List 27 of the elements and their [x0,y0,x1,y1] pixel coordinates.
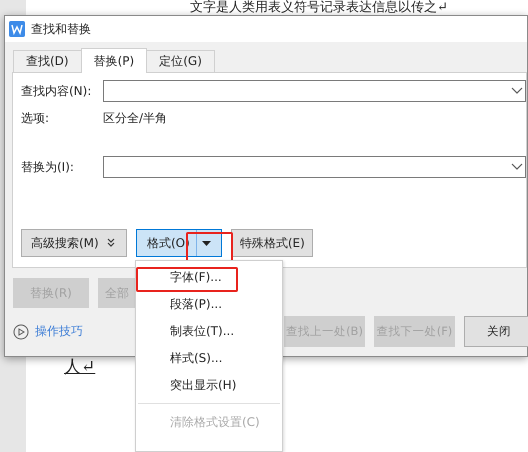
document-text: 人↵ [64,356,96,378]
advanced-search-button[interactable]: 高级搜索(M) [21,229,127,257]
chevron-down-icon[interactable] [511,87,523,95]
window-title: 查找和替换 [31,20,91,38]
tips-link[interactable]: 操作技巧 [35,323,83,340]
tab[interactable]: 替换(P) [80,48,148,73]
tab[interactable]: 查找(D) [13,50,82,72]
menu-item[interactable]: 段落(P)... [170,296,222,313]
special-format-button[interactable]: 特殊格式(E) [230,229,313,257]
chevron-down-icon[interactable] [511,163,523,171]
field-label: 查找内容(N): [21,82,92,100]
menu-item[interactable]: 样式(S)... [170,350,222,367]
field-label: 选项: [21,110,50,127]
close-button[interactable]: 关闭 [464,316,528,347]
menu-item[interactable]: 制表位(T)... [170,323,234,340]
app-icon [9,21,25,37]
play-circle-icon[interactable] [13,324,29,340]
field-label: 替换为(I): [21,158,75,176]
menu-item[interactable]: 字体(F)... [170,269,222,286]
menu-item[interactable]: 突出显示(H) [170,377,236,394]
replace-field[interactable] [103,156,526,178]
options-value: 区分全/半角 [103,110,168,127]
document-text: 文字是人类用表义符号记录表达信息以传之↵ [190,0,448,15]
tab[interactable]: 定位(G) [146,50,215,72]
find-field[interactable] [103,80,526,102]
double-chevron-icon [106,238,115,248]
caret-icon[interactable] [202,240,212,246]
